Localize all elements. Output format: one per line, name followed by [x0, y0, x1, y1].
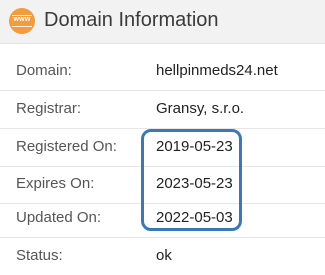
- www-icon-text: www: [13, 16, 31, 23]
- row-label: Registered On:: [16, 138, 117, 155]
- row-value: Gransy, s.r.o.: [156, 100, 245, 117]
- row-label: Status:: [16, 247, 63, 264]
- row-label: Updated On:: [16, 209, 102, 226]
- info-row-status: Status: ok: [0, 238, 325, 275]
- row-label: Expires On:: [16, 175, 95, 192]
- www-globe-icon: www: [9, 8, 35, 34]
- row-value: 2022-05-03: [156, 209, 233, 226]
- info-row-registered-on: Registered On: 2019-05-23: [0, 129, 325, 167]
- row-value: ok: [156, 247, 172, 264]
- row-value: 2023-05-23: [156, 175, 233, 192]
- row-label: Registrar:: [16, 100, 82, 117]
- row-value: hellpinmeds24.net: [156, 62, 278, 79]
- domain-information-panel: www Domain Information Domain: hellpinme…: [0, 0, 325, 271]
- row-label: Domain:: [16, 62, 72, 79]
- info-row-updated-on: Updated On: 2022-05-03: [0, 200, 325, 238]
- info-row-domain: Domain: hellpinmeds24.net: [0, 53, 325, 91]
- panel-header: www Domain Information: [0, 0, 325, 44]
- info-row-expires-on: Expires On: 2023-05-23: [0, 166, 325, 204]
- info-row-registrar: Registrar: Gransy, s.r.o.: [0, 91, 325, 129]
- panel-title: Domain Information: [44, 9, 219, 31]
- row-value: 2019-05-23: [156, 138, 233, 155]
